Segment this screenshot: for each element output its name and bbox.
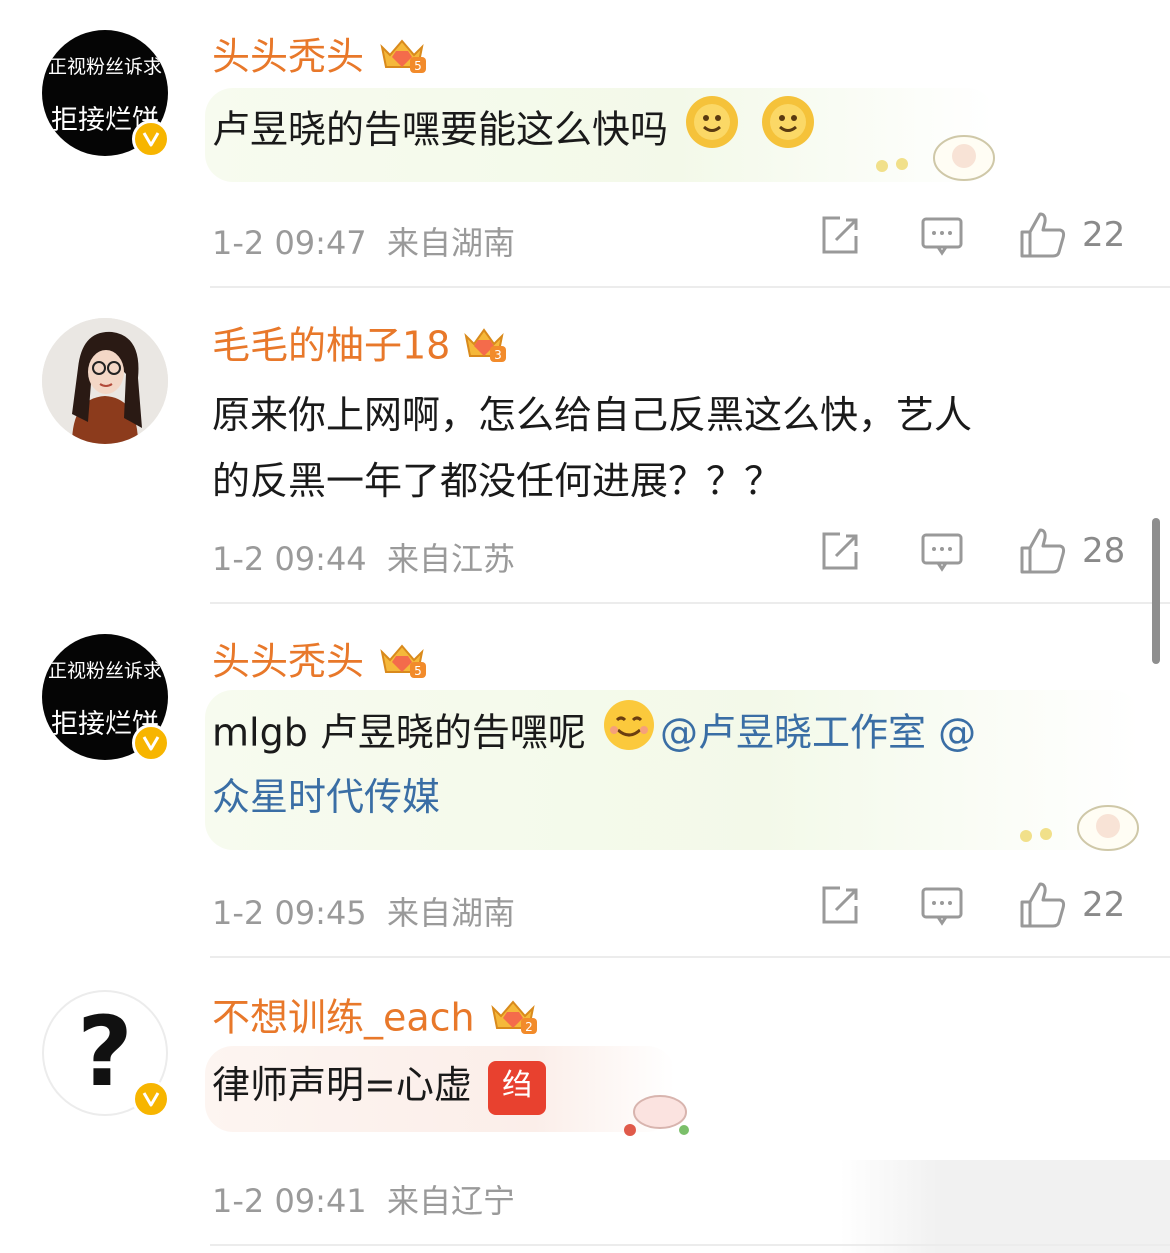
svg-text:5: 5: [414, 59, 422, 73]
verified-icon: [132, 120, 170, 158]
divider: [210, 956, 1170, 958]
sheep-decoration-icon: [1016, 790, 1146, 858]
divider: [210, 286, 1170, 288]
timestamp: 1-2 09:41: [212, 1182, 367, 1220]
thumbs-up-icon: [1020, 528, 1066, 574]
like-button[interactable]: 22: [1018, 210, 1125, 260]
comment-meta: 1-2 09:45 来自湖南: [212, 888, 515, 934]
svg-text:3: 3: [495, 348, 503, 362]
comment-icon: [921, 887, 963, 926]
divider: [210, 1244, 1170, 1246]
username[interactable]: 毛毛的柚子18 3: [212, 322, 508, 374]
verified-icon: [132, 1080, 170, 1118]
comment-text: 原来你上网啊，怎么给自己反黑这么快，艺人: [212, 393, 973, 437]
avatar[interactable]: [42, 318, 168, 444]
svg-text:2: 2: [525, 1020, 533, 1034]
avatar-text: 正视粉丝诉求: [47, 56, 162, 78]
cake-decoration-icon: [620, 1080, 696, 1144]
sticker-icon: 绉: [487, 1060, 546, 1115]
reply-button[interactable]: [920, 530, 964, 574]
sun-smile-emoji-icon: [684, 94, 740, 170]
user-photo: [42, 318, 168, 444]
watermark-blur: [840, 1160, 1170, 1253]
avatar[interactable]: 正视粉丝诉求 拒接烂饼: [42, 30, 170, 158]
like-button[interactable]: 22: [1018, 880, 1125, 930]
reply-button[interactable]: [920, 884, 964, 928]
divider: [210, 602, 1170, 604]
thumbs-up-icon: [1020, 882, 1066, 928]
avatar[interactable]: ?: [42, 990, 170, 1118]
repost-button[interactable]: [818, 884, 862, 928]
repost-icon: [822, 532, 858, 570]
repost-button[interactable]: [818, 530, 862, 574]
crown-level-icon: 3: [462, 322, 508, 374]
reply-button[interactable]: [920, 214, 964, 258]
location: 来自辽宁: [387, 1182, 516, 1220]
repost-icon: [822, 886, 858, 924]
timestamp: 1-2 09:47: [212, 224, 367, 262]
comment-text: 的反黑一年了都没任何进展？？？: [212, 459, 783, 503]
sun-smile-emoji-icon: [760, 94, 816, 170]
location: 来自湖南: [387, 224, 516, 262]
comment-meta: 1-2 09:44 来自江苏: [212, 534, 515, 580]
svg-text:5: 5: [414, 664, 422, 678]
sheep-decoration-icon: [872, 120, 1002, 188]
timestamp: 1-2 09:44: [212, 540, 367, 578]
like-count: 28: [1082, 531, 1126, 571]
comment-text: mlgb 卢昱晓的告嘿呢 @卢昱晓工作室 @: [212, 698, 976, 772]
comment-text: 卢昱晓的告嘿要能这么快吗: [212, 94, 820, 170]
username[interactable]: 头头秃头 5: [212, 33, 428, 85]
crown-level-icon: 5: [376, 33, 428, 85]
like-count: 22: [1082, 215, 1126, 255]
comment-meta: 1-2 09:47 来自湖南: [212, 218, 515, 264]
comment-icon: [921, 217, 963, 256]
mention-link[interactable]: 众星时代传媒: [212, 764, 440, 830]
comment-icon: [921, 533, 963, 572]
crown-level-icon: 2: [487, 994, 539, 1046]
location: 来自江苏: [387, 540, 516, 578]
verified-icon: [132, 724, 170, 762]
mention-link[interactable]: @: [938, 711, 976, 755]
username[interactable]: 不想训练_each 2: [212, 994, 539, 1046]
mention-link[interactable]: @卢昱晓工作室: [660, 711, 926, 755]
like-button[interactable]: 28: [1018, 526, 1125, 576]
like-count: 22: [1082, 885, 1126, 925]
comment-meta: 1-2 09:41 来自辽宁: [212, 1176, 515, 1222]
timestamp: 1-2 09:45: [212, 894, 367, 932]
repost-icon: [822, 216, 858, 254]
username[interactable]: 头头秃头 5: [212, 638, 428, 690]
avatar[interactable]: 正视粉丝诉求 拒接烂饼: [42, 634, 170, 762]
comment-text: 律师声明=心虚 绉: [212, 1052, 550, 1118]
avatar-text: 正视粉丝诉求: [47, 660, 162, 682]
smile-emoji-icon: [602, 698, 656, 772]
thumbs-up-icon: [1020, 212, 1066, 258]
location: 来自湖南: [387, 894, 516, 932]
crown-level-icon: 5: [376, 638, 428, 690]
repost-button[interactable]: [818, 214, 862, 258]
scrollbar[interactable]: [1152, 518, 1160, 664]
